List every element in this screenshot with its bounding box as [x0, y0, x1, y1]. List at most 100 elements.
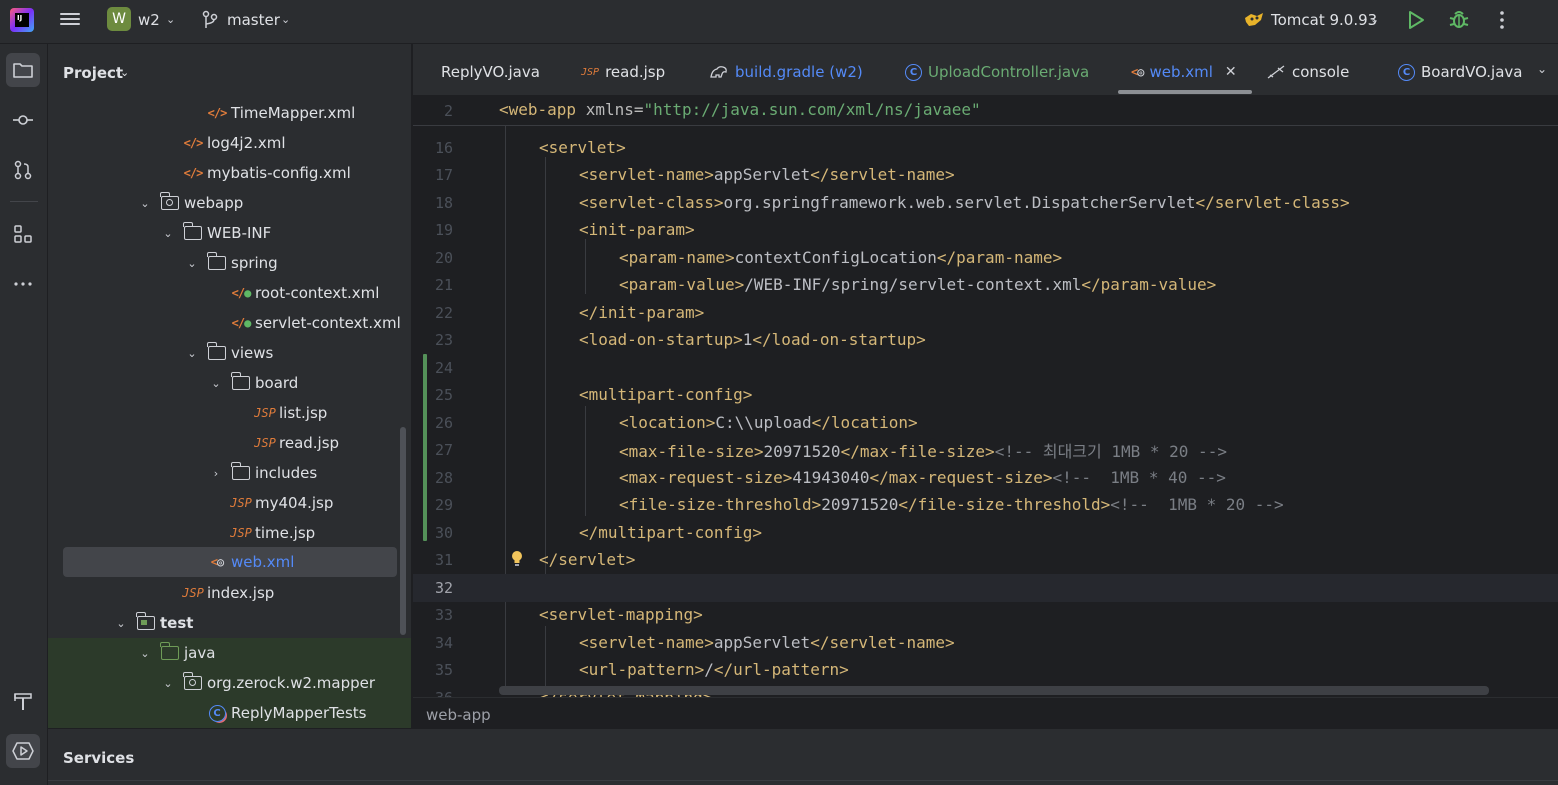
tree-item[interactable]: JSP list.jsp [48, 398, 411, 428]
code-line[interactable]: 22 </init-param> [413, 299, 1558, 327]
git-branch-icon[interactable] [201, 10, 219, 30]
code-line[interactable]: 17 <servlet-name>appServlet</servlet-nam… [413, 161, 1558, 189]
code-line[interactable]: 16 <servlet> [413, 134, 1558, 162]
code-line[interactable]: 35 <url-pattern>/</url-pattern> [413, 656, 1558, 684]
code-line[interactable]: 20 <param-name>contextConfigLocation</pa… [413, 244, 1558, 272]
tree-item[interactable]: ⌄ org.zerock.w2.mapper [48, 668, 411, 698]
code-line[interactable]: 21 <param-value>/WEB-INF/spring/servlet-… [413, 271, 1558, 299]
code-line[interactable]: 31 </servlet> [413, 546, 1558, 574]
more-tools-button[interactable] [6, 267, 40, 301]
tree-item[interactable]: </> TimeMapper.xml [48, 98, 411, 128]
tree-item[interactable]: JSP read.jsp [48, 428, 411, 458]
line-number: 23 [434, 330, 453, 349]
chevron-down-icon[interactable]: ⌄ [1370, 13, 1379, 26]
tree-item[interactable]: </● root-context.xml [48, 278, 411, 308]
main-menu-icon[interactable] [60, 10, 80, 28]
chevron-down-icon[interactable]: ⌄ [1537, 62, 1547, 76]
code-line[interactable]: 25 <multipart-config> [413, 381, 1558, 409]
line-number: 25 [434, 385, 453, 404]
code-line[interactable]: 26 <location>C:\\upload</location> [413, 409, 1558, 437]
chevron-down-icon[interactable]: ⌄ [161, 227, 175, 240]
tree-item-label: TimeMapper.xml [231, 104, 356, 122]
services-panel: Services [48, 728, 1558, 785]
tab-boardvo[interactable]: C BoardVO.java [1398, 60, 1522, 84]
tree-item[interactable]: ⌄ spring [48, 248, 411, 278]
horizontal-scrollbar[interactable] [499, 686, 1489, 695]
run-icon[interactable] [1406, 9, 1426, 31]
chevron-down-icon[interactable]: ⌄ [185, 257, 199, 270]
tree-item[interactable]: C ReplyMapperTests [48, 698, 411, 728]
commit-tool-button[interactable] [6, 103, 40, 137]
tree-item[interactable]: ⌄ webapp [48, 188, 411, 218]
close-icon[interactable]: ✕ [1225, 64, 1237, 80]
ellipsis-icon [14, 282, 32, 286]
project-name[interactable]: w2 [138, 11, 160, 29]
code-line[interactable]: 24 [413, 354, 1558, 382]
code-line[interactable]: 23 <load-on-startup>1</load-on-startup> [413, 326, 1558, 354]
tree-item[interactable]: JSP my404.jsp [48, 488, 411, 518]
chevron-down-icon[interactable]: ⌄ [138, 647, 152, 660]
run-configuration[interactable]: Tomcat 9.0.93 [1271, 11, 1377, 29]
code-line[interactable]: 18 <servlet-class>org.springframework.we… [413, 189, 1558, 217]
chevron-down-icon[interactable]: ⌄ [281, 13, 290, 26]
tree-item[interactable]: </> log4j2.xml [48, 128, 411, 158]
chevron-down-icon[interactable]: ⌄ [114, 617, 128, 630]
chevron-down-icon[interactable]: ⌄ [209, 377, 223, 390]
tree-item[interactable]: › includes [48, 458, 411, 488]
chevron-down-icon[interactable]: ⌄ [161, 677, 175, 690]
more-actions-icon[interactable] [1495, 10, 1509, 30]
project-scrollbar[interactable] [400, 427, 406, 635]
project-badge[interactable]: W [107, 7, 131, 31]
tree-item[interactable]: ⌄ test [48, 608, 411, 638]
tree-item[interactable]: ⌄ views [48, 338, 411, 368]
code-line-current[interactable]: 32 [413, 574, 1558, 602]
tree-item[interactable]: JSP time.jsp [48, 518, 411, 548]
tree-item[interactable]: ⌄ java [48, 638, 411, 668]
intellij-logo-icon[interactable]: IJ [10, 8, 34, 32]
tab-console[interactable]: console [1266, 60, 1349, 84]
breadcrumb-item[interactable]: web-app [426, 706, 491, 724]
tree-item-label: webapp [184, 194, 244, 212]
build-tool-button[interactable] [6, 684, 40, 718]
code-text: <max-file-size>20971520</max-file-size><… [619, 441, 1227, 461]
jsp-icon: JSP [581, 66, 600, 78]
tab-upload-controller[interactable]: C UploadController.java [905, 60, 1089, 84]
tab-build-gradle[interactable]: build.gradle (w2) [709, 60, 863, 84]
code-line[interactable]: 28 <max-request-size>41943040</max-reque… [413, 464, 1558, 492]
chevron-down-icon[interactable]: ⌄ [185, 347, 199, 360]
folder-icon [183, 222, 203, 242]
tree-item-selected[interactable]: < ◎ web.xml [63, 547, 397, 577]
lightbulb-icon[interactable] [511, 550, 523, 568]
code-line[interactable]: 27 <max-file-size>20971520</max-file-siz… [413, 436, 1558, 464]
services-tool-button[interactable] [6, 734, 40, 768]
sticky-scroll-line[interactable]: 2 <web-app xmlns="http://java.sun.com/xm… [413, 96, 1558, 126]
chevron-down-icon[interactable]: ⌄ [138, 197, 152, 210]
debug-icon[interactable] [1448, 9, 1470, 31]
project-panel-header: Project ⌄ [48, 44, 411, 96]
tab-web-xml[interactable]: < ◎ web.xml ✕ [1131, 60, 1237, 84]
tree-item[interactable]: </> mybatis-config.xml [48, 158, 411, 188]
code-line[interactable]: 33 <servlet-mapping> [413, 601, 1558, 629]
chevron-down-icon[interactable]: ⌄ [166, 13, 175, 26]
line-number: 26 [434, 413, 453, 432]
chevron-right-icon[interactable]: › [209, 467, 223, 480]
tree-item[interactable]: ⌄ WEB-INF [48, 218, 411, 248]
tree-item[interactable]: </● servlet-context.xml [48, 308, 411, 338]
pull-requests-tool-button[interactable] [6, 153, 40, 187]
tab-read-jsp[interactable]: JSP read.jsp [581, 60, 665, 84]
code-line[interactable]: 29 <file-size-threshold>20971520</file-s… [413, 491, 1558, 519]
code-line[interactable]: 34 <servlet-name>appServlet</servlet-nam… [413, 629, 1558, 657]
tree-item[interactable]: ⌄ board [48, 368, 411, 398]
project-tool-button[interactable] [6, 53, 40, 87]
tree-item[interactable]: JSP index.jsp [48, 578, 411, 608]
code-editor[interactable]: 2 <web-app xmlns="http://java.sun.com/xm… [413, 96, 1558, 697]
chevron-down-icon[interactable]: ⌄ [120, 66, 129, 79]
structure-tool-button[interactable] [6, 217, 40, 251]
branch-name[interactable]: master [227, 11, 280, 29]
project-panel-title[interactable]: Project [63, 64, 123, 82]
code-text: <servlet-class>org.springframework.web.s… [579, 193, 1350, 213]
tab-replyvo[interactable]: ReplyVO.java [413, 60, 540, 84]
divider [48, 780, 1558, 781]
code-line[interactable]: 19 <init-param> [413, 216, 1558, 244]
code-line[interactable]: 30 </multipart-config> [413, 519, 1558, 547]
